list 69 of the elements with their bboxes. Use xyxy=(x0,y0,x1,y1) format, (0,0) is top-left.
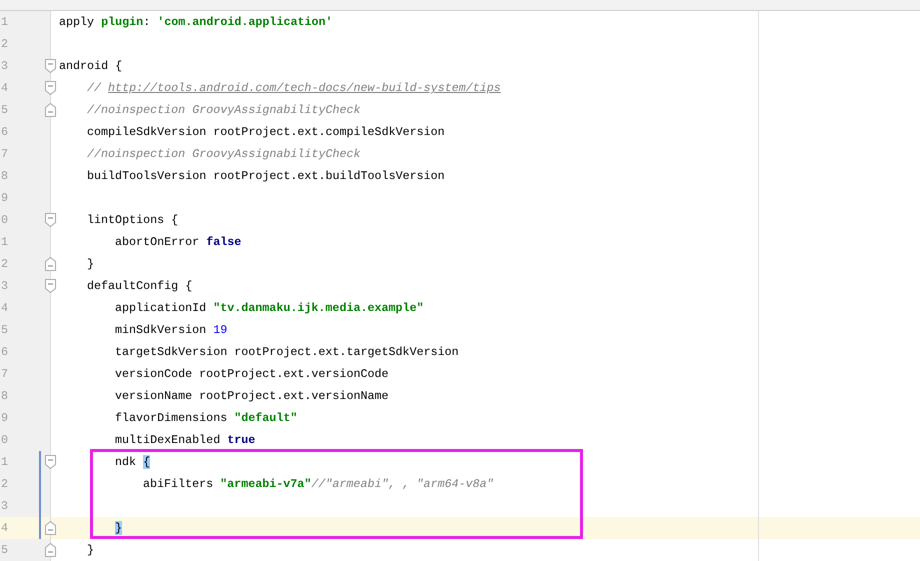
code-text: } xyxy=(87,543,94,557)
code-text: } xyxy=(87,257,94,271)
line-number: 0 xyxy=(1,213,8,227)
code-text: android { xyxy=(59,59,122,73)
code-text: buildToolsVersion rootProject.ext.buildToolsVersion xyxy=(87,169,445,183)
fold-icon[interactable] xyxy=(45,103,56,117)
line-number: 2 xyxy=(1,477,8,491)
code-text: versionName rootProject.ext.versionName xyxy=(115,389,389,403)
code-editor[interactable] xyxy=(0,11,920,561)
line-number: 6 xyxy=(1,125,8,139)
line-number: 4 xyxy=(1,81,8,95)
string-literal: "tv.danmaku.ijk.media.example" xyxy=(213,301,424,315)
code-text: compileSdkVersion rootProject.ext.compileSdkVersion xyxy=(87,125,445,139)
number-literal: 19 xyxy=(213,323,228,337)
string-literal: 'com.android.application' xyxy=(157,15,333,29)
code-text: : xyxy=(143,15,152,29)
fold-icon[interactable] xyxy=(45,455,56,469)
line-number: 8 xyxy=(1,389,8,403)
fold-icon[interactable] xyxy=(45,521,56,535)
line-number: 1 xyxy=(1,235,8,249)
fold-icon[interactable] xyxy=(45,81,56,95)
keyword: false xyxy=(206,235,242,249)
fold-icon[interactable] xyxy=(45,59,56,73)
fold-icon[interactable] xyxy=(45,213,56,227)
code-text: multiDexEnabled xyxy=(115,433,222,447)
line-number: 8 xyxy=(1,169,8,183)
string-literal: plugin xyxy=(101,15,144,29)
code-text: apply xyxy=(59,15,96,29)
code-text: lintOptions { xyxy=(87,213,178,227)
matched-brace: { xyxy=(143,455,150,469)
line-number: 1 xyxy=(1,455,8,469)
line-number: 3 xyxy=(1,499,8,513)
line-number: 0 xyxy=(1,433,8,447)
code-text: versionCode rootProject.ext.versionCode xyxy=(115,367,389,381)
fold-icon[interactable] xyxy=(45,543,56,557)
line-number: 3 xyxy=(1,59,8,73)
line-number: 9 xyxy=(1,191,8,205)
code-text: ndk xyxy=(115,455,138,469)
code-text: minSdkVersion xyxy=(115,323,208,337)
line-number: 5 xyxy=(1,543,8,557)
code-text: abortOnError xyxy=(115,235,200,249)
line-number: 5 xyxy=(1,103,8,117)
code-text: applicationId xyxy=(115,301,208,315)
comment: //"armeabi", , "arm64-v8a" xyxy=(311,477,494,491)
line-number: 2 xyxy=(1,257,8,271)
line-number: 6 xyxy=(1,345,8,359)
keyword: true xyxy=(227,433,256,447)
code-text: flavorDimensions xyxy=(115,411,228,425)
line-number: 4 xyxy=(1,521,8,535)
comment: // xyxy=(87,81,102,95)
fold-icon[interactable] xyxy=(45,257,56,271)
string-literal: "armeabi-v7a" xyxy=(220,477,312,491)
line-number: 1 xyxy=(1,15,8,29)
line-number: 3 xyxy=(1,279,8,293)
code-text: defaultConfig { xyxy=(87,279,192,293)
line-number: 7 xyxy=(1,147,8,161)
comment: //noinspection GroovyAssignabilityCheck xyxy=(87,103,361,117)
code-text: abiFilters xyxy=(143,477,214,491)
comment: //noinspection GroovyAssignabilityCheck xyxy=(87,147,361,161)
string-literal: "default" xyxy=(234,411,298,425)
line-number: 2 xyxy=(1,37,8,51)
line-number: 5 xyxy=(1,323,8,337)
fold-icon[interactable] xyxy=(45,279,56,293)
code-text: targetSdkVersion rootProject.ext.targetSdkVersion xyxy=(115,345,459,359)
line-number: 9 xyxy=(1,411,8,425)
link[interactable]: http://tools.android.com/tech-docs/new-build-system/tips xyxy=(108,81,501,95)
matched-brace: } xyxy=(115,521,122,535)
line-number: 7 xyxy=(1,367,8,381)
line-number: 4 xyxy=(1,301,8,315)
